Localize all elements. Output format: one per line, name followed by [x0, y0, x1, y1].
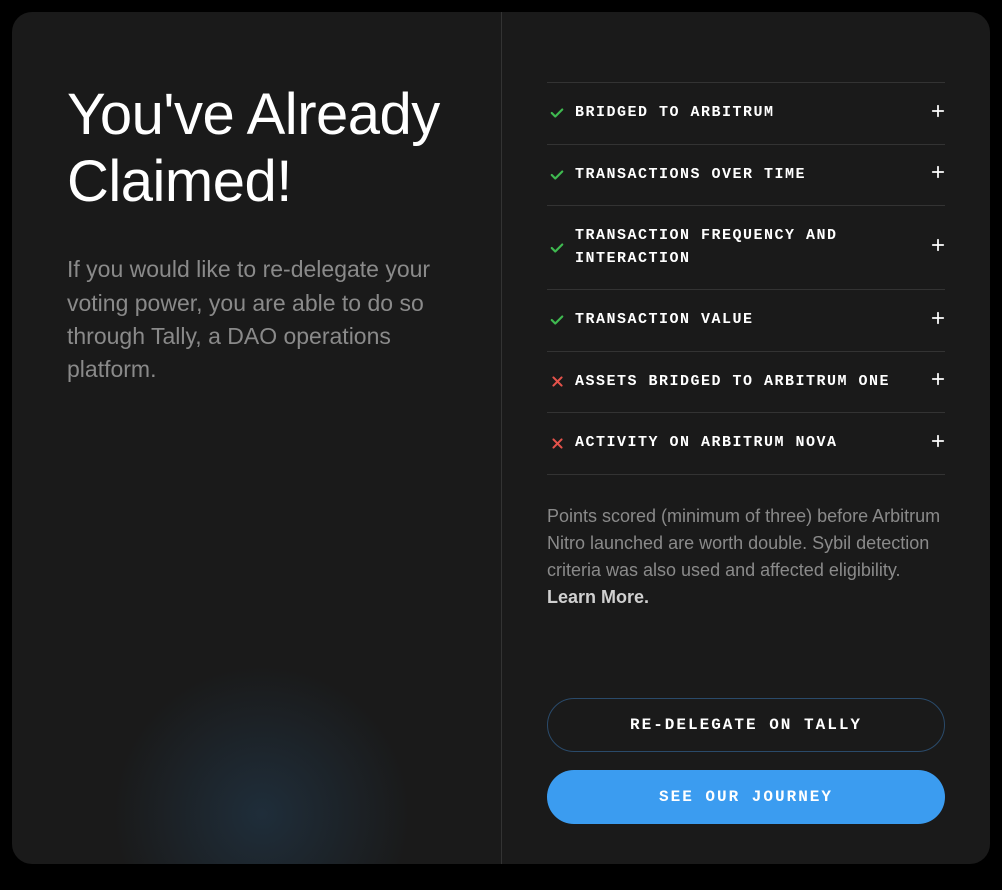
x-icon [547, 437, 567, 450]
criterion-row[interactable]: ACTIVITY ON ARBITRUM NOVA [547, 413, 945, 475]
note-text: Points scored (minimum of three) before … [547, 506, 940, 580]
plus-icon[interactable] [931, 165, 945, 184]
criterion-label: TRANSACTIONS OVER TIME [575, 164, 931, 187]
right-panel: BRIDGED TO ARBITRUM TRANSACTIONS OVER TIM… [502, 12, 990, 864]
check-icon [547, 241, 567, 255]
criterion-label: TRANSACTION FREQUENCY AND INTERACTION [575, 225, 931, 270]
main-card: You've Already Claimed! If you would lik… [12, 12, 990, 864]
criterion-row[interactable]: TRANSACTION FREQUENCY AND INTERACTION [547, 206, 945, 290]
plus-icon[interactable] [931, 372, 945, 391]
check-icon [547, 168, 567, 182]
plus-icon[interactable] [931, 311, 945, 330]
criterion-row[interactable]: TRANSACTIONS OVER TIME [547, 145, 945, 207]
redelegate-button[interactable]: RE-DELEGATE ON TALLY [547, 698, 945, 752]
criterion-row[interactable]: BRIDGED TO ARBITRUM [547, 83, 945, 145]
page-subtitle: If you would like to re-delegate your vo… [67, 253, 446, 386]
plus-icon[interactable] [931, 104, 945, 123]
criterion-label: ASSETS BRIDGED TO ARBITRUM ONE [575, 371, 931, 394]
criterion-row[interactable]: TRANSACTION VALUE [547, 290, 945, 352]
page-title: You've Already Claimed! [67, 82, 446, 215]
criterion-label: BRIDGED TO ARBITRUM [575, 102, 931, 125]
button-group: RE-DELEGATE ON TALLY SEE OUR JOURNEY [547, 668, 945, 824]
learn-more-link[interactable]: Learn More. [547, 587, 649, 607]
left-panel: You've Already Claimed! If you would lik… [12, 12, 502, 864]
criterion-label: TRANSACTION VALUE [575, 309, 931, 332]
check-icon [547, 313, 567, 327]
criteria-list: BRIDGED TO ARBITRUM TRANSACTIONS OVER TIM… [547, 82, 945, 475]
journey-button[interactable]: SEE OUR JOURNEY [547, 770, 945, 824]
check-icon [547, 106, 567, 120]
criterion-label: ACTIVITY ON ARBITRUM NOVA [575, 432, 931, 455]
eligibility-note: Points scored (minimum of three) before … [547, 503, 945, 611]
criterion-row[interactable]: ASSETS BRIDGED TO ARBITRUM ONE [547, 352, 945, 414]
plus-icon[interactable] [931, 238, 945, 257]
plus-icon[interactable] [931, 434, 945, 453]
x-icon [547, 375, 567, 388]
